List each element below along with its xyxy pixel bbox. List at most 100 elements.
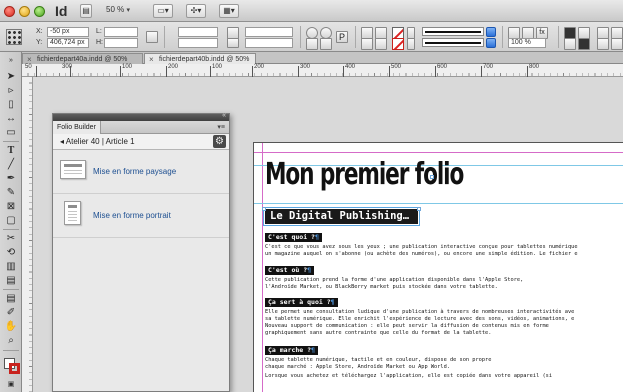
scissors-tool-icon[interactable]: ✂ <box>4 232 18 245</box>
body-text-line[interactable]: graphiquement sans autre contrainte que … <box>265 330 491 337</box>
folio-builder-panel[interactable]: « Folio Builder ▾≡ ◂ Atelier 40 | Articl… <box>52 112 230 392</box>
list-item[interactable]: Mise en forme portrait <box>53 194 229 238</box>
y-position-field[interactable]: 406,724 px <box>47 38 89 48</box>
stroke-weight-dropdown[interactable] <box>486 27 496 37</box>
page-tool-icon[interactable]: ▯ <box>4 98 18 111</box>
divider <box>355 26 356 48</box>
panel-collapse-icon[interactable]: « <box>222 112 226 119</box>
gear-icon[interactable]: ⚙ <box>213 135 226 148</box>
document-tab[interactable]: × fichierdepart40a.indd @ 50% <box>22 53 143 64</box>
ruler-tick <box>527 66 528 77</box>
folio-builder-tab[interactable]: Folio Builder <box>53 121 101 134</box>
tools-divider <box>3 229 19 230</box>
body-text-line[interactable]: sa tablette numérique. Elle enrichit l'e… <box>265 316 574 323</box>
document-page[interactable]: Mon premier folio Le Digital Publishing…… <box>253 142 623 392</box>
document-tab-active[interactable]: × fichierdepart40b.indd @ 50% <box>144 53 256 64</box>
body-text-line[interactable]: Nouveau support de communication : elle … <box>265 323 549 330</box>
fit-frame-icon[interactable] <box>578 38 590 50</box>
zoom-tool-icon[interactable]: ⌕ <box>4 334 18 347</box>
eyedropper-tool-icon[interactable]: ✐ <box>4 306 18 319</box>
view-options-icon[interactable]: ▭▾ <box>153 4 173 18</box>
selection-tool-icon[interactable]: ➤ <box>4 70 18 83</box>
frame-fitting-icon[interactable] <box>611 38 623 50</box>
gradient-feather-tool-icon[interactable]: ▤ <box>4 274 18 287</box>
shear-angle-field[interactable] <box>245 38 293 48</box>
breadcrumb[interactable]: ◂ Atelier 40 | Article 1 <box>60 137 135 146</box>
ruler-label: 200 <box>254 64 265 70</box>
fitting-icon[interactable] <box>564 38 576 50</box>
flip-horizontal-icon[interactable] <box>306 38 318 50</box>
body-text-line[interactable]: chaque marché : Apple Store, Androïde Ma… <box>265 364 450 371</box>
screen-mode-icon[interactable]: ✣▾ <box>186 4 206 18</box>
section-heading[interactable]: C'est quoi ?¶ <box>265 233 322 242</box>
stroke-swatch[interactable] <box>392 38 404 50</box>
distribute-icon[interactable] <box>597 38 609 50</box>
section-heading[interactable]: Ça sert à quoi ?¶ <box>265 298 338 307</box>
body-text-line[interactable]: C'est ce que vous avez sous les yeux ; u… <box>265 244 578 251</box>
select-next-icon[interactable] <box>375 38 387 50</box>
scale-x-field[interactable] <box>178 27 218 37</box>
pencil-tool-icon[interactable]: ✎ <box>4 186 18 199</box>
bridge-icon[interactable]: ▤ <box>80 4 92 18</box>
collapse-tools-icon[interactable]: » <box>4 54 18 67</box>
ruler-tick <box>298 66 299 77</box>
layout-label: Mise en forme portrait <box>93 211 171 220</box>
minimize-window-button[interactable] <box>19 6 30 17</box>
paragraph-icon[interactable]: P <box>336 31 348 43</box>
stroke-dropdown-icon[interactable] <box>407 38 415 50</box>
close-window-button[interactable] <box>4 6 15 17</box>
gradient-swatch-tool-icon[interactable]: ▥ <box>4 260 18 273</box>
content-collector-icon[interactable]: ▭ <box>4 126 18 139</box>
height-label: H: <box>96 39 103 46</box>
subtitle-frame[interactable]: Le Digital Publishing… <box>263 207 420 226</box>
stroke-weight-field[interactable] <box>422 27 484 36</box>
free-transform-tool-icon[interactable]: ⟲ <box>4 246 18 259</box>
pen-tool-icon[interactable]: ✒ <box>4 172 18 185</box>
list-item[interactable]: Mise en forme paysage <box>53 150 229 194</box>
rotation-angle-field[interactable] <box>245 27 293 37</box>
line-tool-icon[interactable]: ╱ <box>4 158 18 171</box>
x-position-field[interactable]: -50 px <box>47 27 89 37</box>
zoom-level-dropdown[interactable]: 50 % ▾ <box>106 4 150 18</box>
height-field[interactable] <box>104 38 138 48</box>
vertical-ruler[interactable] <box>22 77 33 392</box>
direct-selection-tool-icon[interactable]: ▹ <box>4 84 18 97</box>
tools-divider <box>3 141 19 142</box>
ruler-label: 400 <box>345 64 356 70</box>
reference-point-icon[interactable] <box>6 29 22 45</box>
body-text-line[interactable]: Chaque tablette numérique, tactile et en… <box>265 357 491 364</box>
frame-handle[interactable] <box>262 207 266 211</box>
select-previous-icon[interactable] <box>361 38 373 50</box>
frame-handle[interactable] <box>417 207 421 211</box>
stroke-type-dropdown[interactable] <box>486 38 496 48</box>
opacity-field[interactable]: 100 % <box>508 38 546 48</box>
type-tool-icon[interactable]: T <box>4 144 18 157</box>
stroke-type-field[interactable] <box>422 38 484 47</box>
note-tool-icon[interactable]: ▤ <box>4 292 18 305</box>
panel-titlebar[interactable]: « <box>53 112 229 121</box>
apply-color-icon[interactable]: ▣ <box>4 378 18 391</box>
shear-icon[interactable] <box>227 38 239 48</box>
frame-handle[interactable] <box>430 175 434 179</box>
hand-tool-icon[interactable]: ✋ <box>4 320 18 333</box>
flip-vertical-icon[interactable] <box>320 38 332 50</box>
body-text-line[interactable]: Elle permet une consultation ludique d'u… <box>265 309 574 316</box>
body-text-line[interactable]: Cette publication prend la forme d'une a… <box>265 277 523 284</box>
body-text-line[interactable]: un magazine auquel on s'abonne (ou achèt… <box>265 251 578 258</box>
fill-stroke-swatches[interactable] <box>4 358 20 374</box>
horizontal-ruler[interactable]: 50 300 100 200 100 200 300 400 500 600 7… <box>22 64 623 77</box>
zoom-window-button[interactable] <box>34 6 45 17</box>
body-text-line[interactable]: l'Androïde Market, ou BlackBerry market … <box>265 284 498 291</box>
section-heading[interactable]: C'est où ?¶ <box>265 266 315 275</box>
constrain-proportions-icon[interactable] <box>146 31 158 43</box>
gap-tool-icon[interactable]: ↔ <box>4 112 18 125</box>
rectangle-tool-icon[interactable]: ▢ <box>4 214 18 227</box>
rectangle-frame-tool-icon[interactable]: ⊠ <box>4 200 18 213</box>
scale-y-field[interactable] <box>178 38 218 48</box>
panel-menu-icon[interactable]: ▾≡ <box>217 123 225 131</box>
arrange-documents-icon[interactable]: ▦▾ <box>219 4 239 18</box>
width-field[interactable] <box>104 27 138 37</box>
body-text-line[interactable]: Lorsque vous achetez et téléchargez l'ap… <box>265 373 552 380</box>
stroke-swatch-icon[interactable] <box>9 363 20 374</box>
section-heading[interactable]: Ça marche ?¶ <box>265 346 318 355</box>
